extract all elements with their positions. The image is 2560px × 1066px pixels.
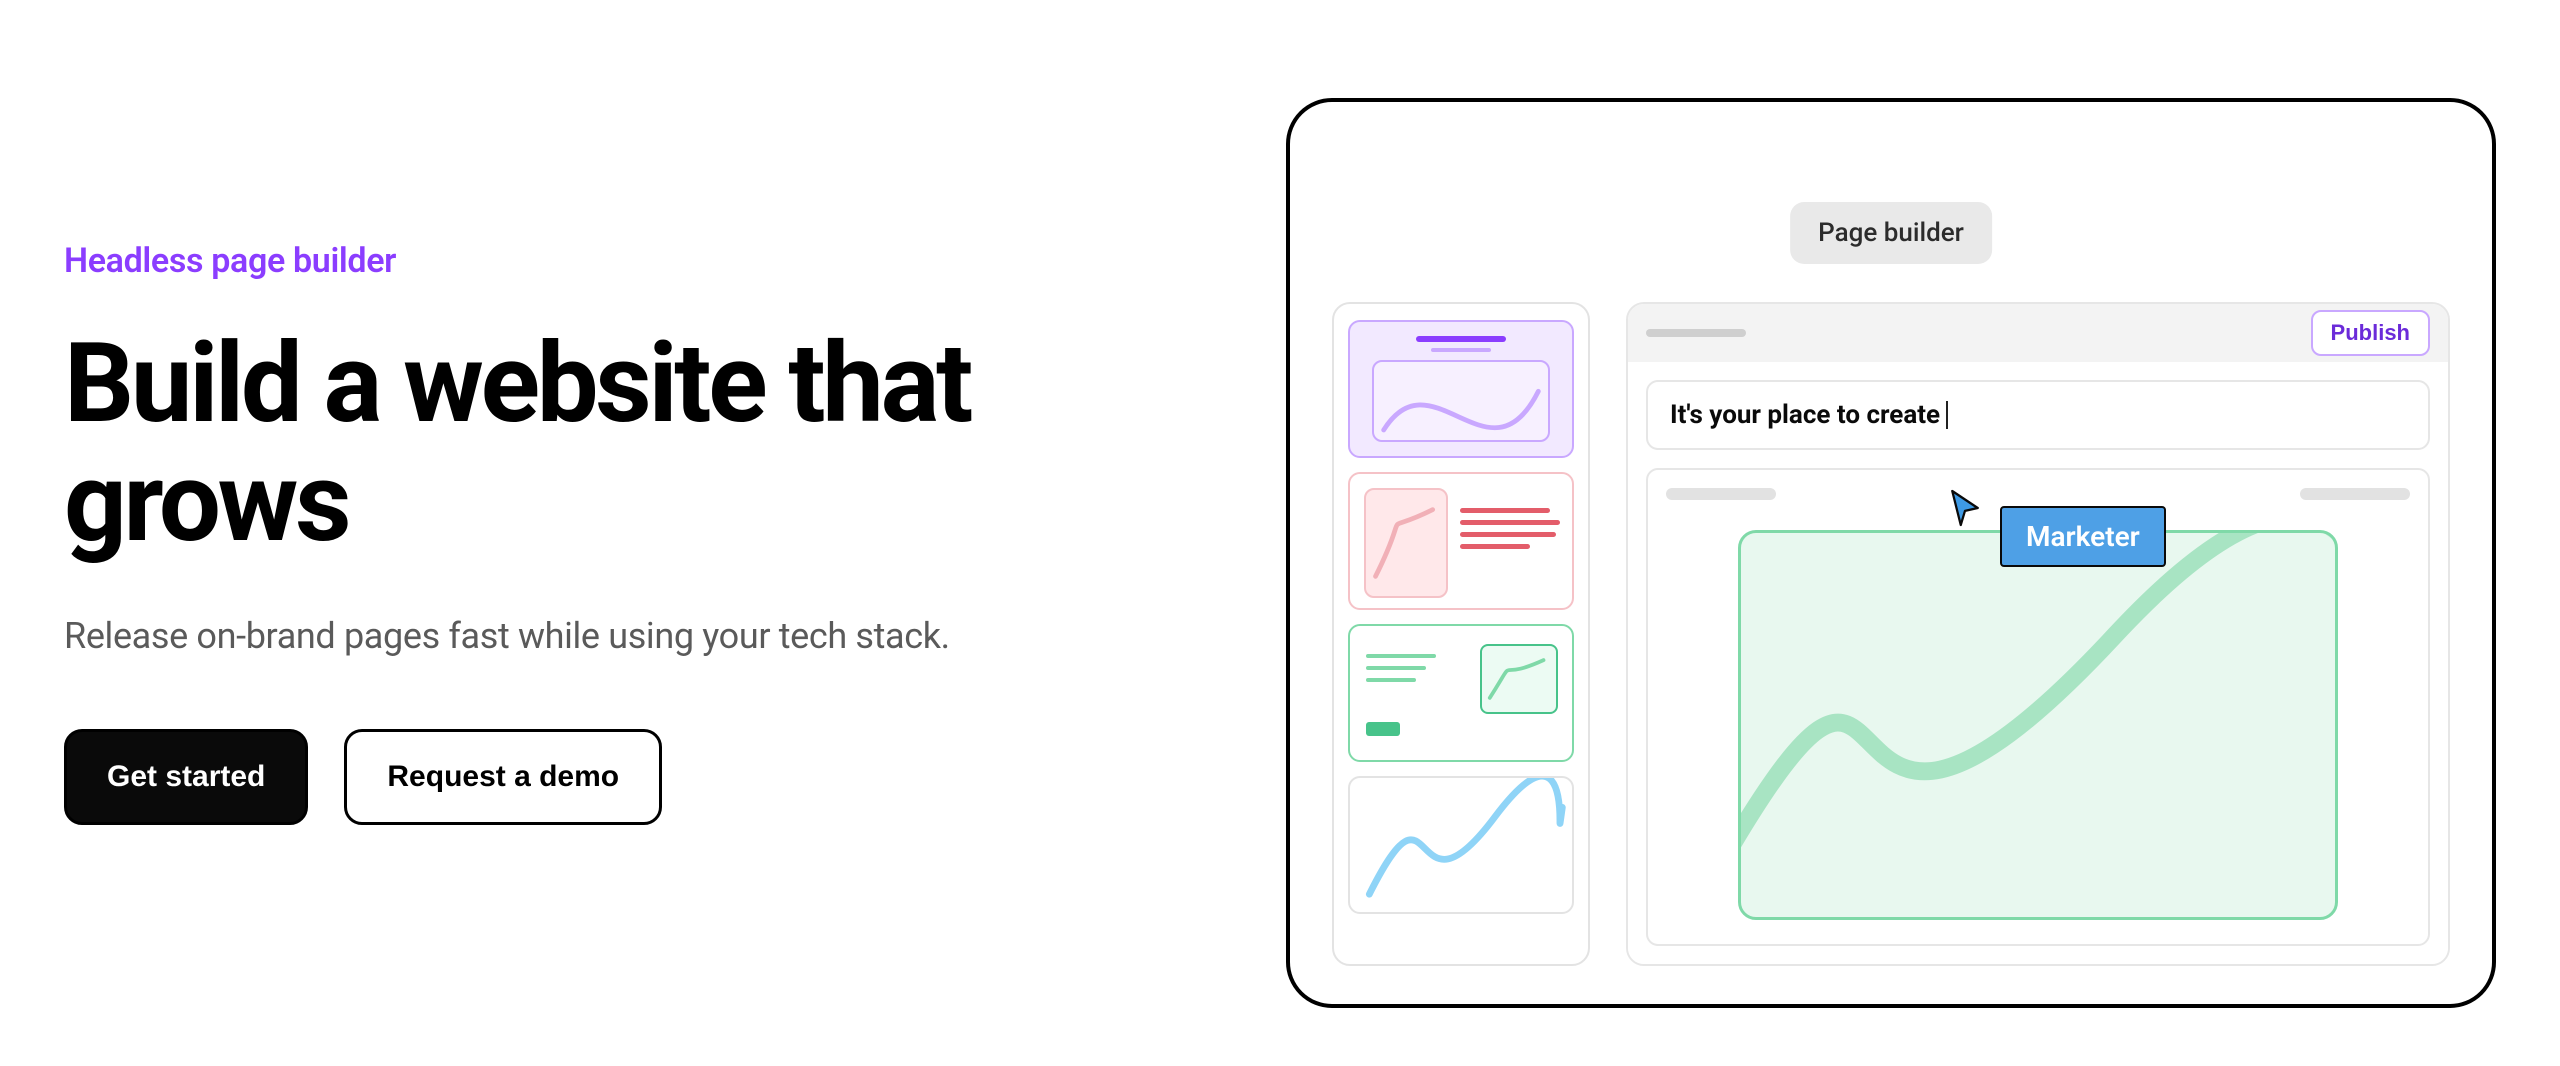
collab-cursor: Marketer (1948, 488, 2166, 567)
hero-heading: Build a website that grows (64, 325, 1191, 563)
hero-image-placeholder (1738, 530, 2338, 920)
placeholder-line (2300, 488, 2410, 500)
request-demo-button[interactable]: Request a demo (344, 729, 662, 825)
eyebrow-label: Headless page builder (64, 241, 1191, 281)
template-sidebar (1332, 302, 1590, 966)
publish-button[interactable]: Publish (2311, 310, 2430, 356)
canvas-block[interactable]: Marketer (1646, 468, 2430, 946)
squiggle-icon (1374, 362, 1548, 440)
editor-topbar: Publish (1628, 304, 2448, 362)
template-thumb-blue[interactable] (1348, 776, 1574, 914)
hero-subtext: Release on-brand pages fast while using … (64, 615, 1191, 657)
cursor-role-label: Marketer (2000, 506, 2166, 567)
squiggle-icon (1366, 490, 1446, 596)
headline-text: It's your place to create (1670, 400, 1940, 430)
text-caret-icon (1946, 401, 1948, 429)
placeholder-line (1666, 488, 1776, 500)
app-frame: Page builder (1286, 98, 2496, 1008)
template-thumb-purple[interactable] (1348, 320, 1574, 458)
page-builder-tag: Page builder (1790, 202, 1992, 264)
squiggle-icon (1350, 778, 1572, 912)
cursor-icon (1948, 488, 1982, 528)
template-thumb-green[interactable] (1348, 624, 1574, 762)
squiggle-icon (1482, 646, 1556, 712)
template-thumb-red[interactable] (1348, 472, 1574, 610)
squiggle-icon (1741, 533, 2335, 917)
headline-input[interactable]: It's your place to create (1646, 380, 2430, 450)
editor-pane: Publish It's your place to create (1626, 302, 2450, 966)
get-started-button[interactable]: Get started (64, 729, 308, 825)
placeholder-line (1646, 329, 1746, 337)
